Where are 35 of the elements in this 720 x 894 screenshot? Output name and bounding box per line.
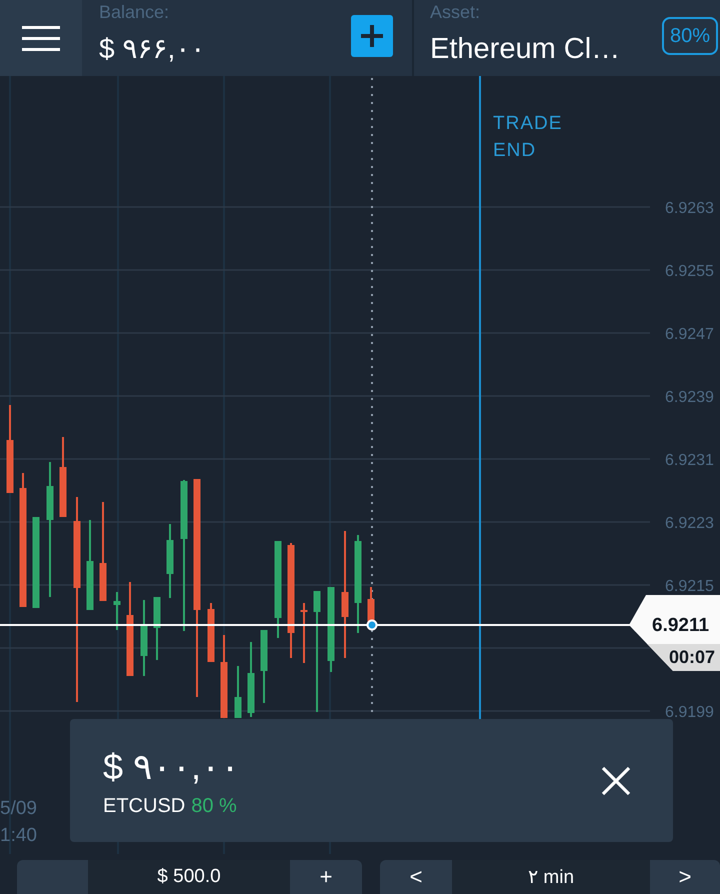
current-price: 6.9211 — [652, 614, 710, 638]
price-axis-label: 6.9263 — [665, 199, 714, 219]
close-icon[interactable] — [601, 766, 631, 796]
price-axis-label: 6.9247 — [665, 325, 714, 345]
candle — [300, 603, 308, 663]
price-axis-label: 6.9239 — [665, 388, 714, 408]
price-dot-icon — [366, 620, 378, 630]
price-axis-label: 6.9223 — [665, 514, 714, 534]
price-axis-label: 6.9199 — [665, 703, 714, 723]
balance-value: $ ۹۶۶,۰۰ — [99, 32, 206, 66]
asset-symbol: ETCUSD — [103, 794, 186, 818]
time-axis-date: 5/09 — [0, 797, 37, 821]
increase-button[interactable]: + — [290, 860, 362, 894]
candle — [208, 603, 214, 662]
payout-badge: 80% — [662, 17, 718, 55]
asset-label: Asset: — [430, 1, 480, 23]
menu-icon — [22, 26, 60, 50]
candle — [234, 666, 242, 718]
menu-button[interactable] — [0, 0, 82, 76]
asset-name[interactable]: Ethereum Cl… — [430, 31, 620, 67]
plus-icon — [361, 25, 383, 47]
next-button[interactable]: > — [650, 860, 720, 894]
trade-amount: $ ۹۰۰,۰۰ — [103, 744, 240, 788]
candle — [114, 592, 120, 630]
payout-percent: 80 % — [191, 794, 237, 818]
balance-label: Balance: — [99, 1, 170, 23]
countdown-time: 00:07 — [647, 644, 720, 671]
candle — [154, 597, 160, 660]
price-axis-label: 6.9231 — [665, 451, 714, 471]
previous-button[interactable]: < — [380, 860, 452, 894]
time-axis-time: 1:40 — [0, 824, 37, 848]
trade-end-label: TRADE END — [493, 112, 564, 163]
price-axis-label: 6.9255 — [665, 262, 714, 282]
add-button[interactable] — [351, 15, 393, 57]
price-axis-label: 6.9215 — [665, 577, 714, 597]
